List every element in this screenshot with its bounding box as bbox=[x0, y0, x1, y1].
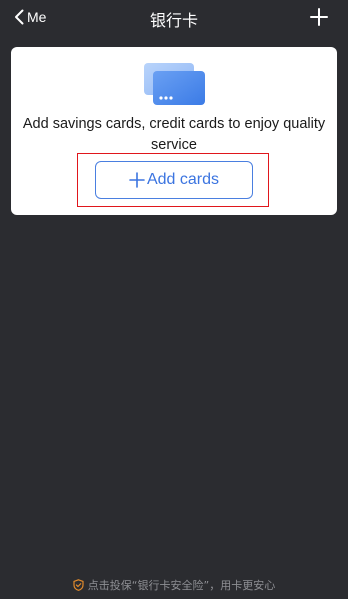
add-cards-label: Add cards bbox=[146, 171, 220, 188]
page-title: 银行卡 bbox=[149, 11, 198, 30]
panel-message: Add savings cards, credit cards to enjoy… bbox=[22, 116, 326, 153]
add-cards-button[interactable]: Add cards bbox=[95, 161, 253, 199]
footer-text: 点击投保“银行卡安全险”，用卡更安心 bbox=[87, 579, 276, 592]
footer-notice[interactable]: 点击投保“银行卡安全险”，用卡更安心 bbox=[0, 577, 348, 593]
shield-icon bbox=[73, 579, 84, 591]
plus-icon[interactable] bbox=[308, 6, 330, 28]
credit-card-icon bbox=[144, 63, 205, 105]
plus-icon bbox=[129, 172, 145, 188]
top-nav: Me 银行卡 bbox=[0, 0, 348, 34]
